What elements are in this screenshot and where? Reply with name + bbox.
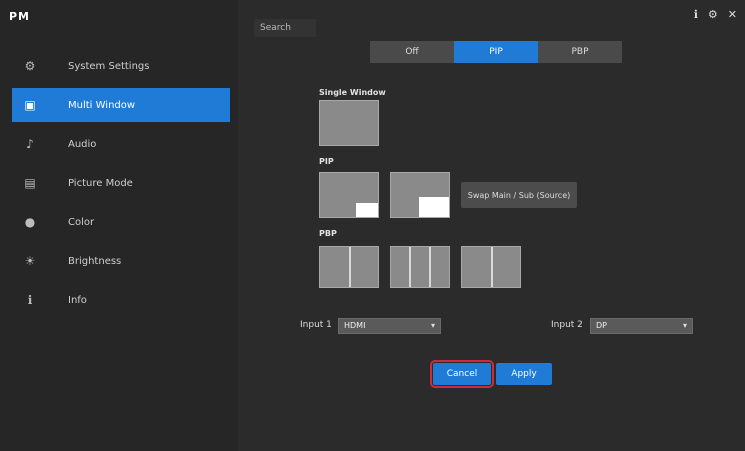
single-window-label: Single Window [319, 88, 386, 97]
chevron-down-icon: ▾ [682, 321, 687, 330]
pip-large-thumbnail[interactable] [390, 172, 450, 218]
sidebar-item-label: Multi Window [68, 99, 136, 111]
sidebar-item-label: System Settings [68, 60, 150, 72]
brightness-icon: ☀ [24, 254, 36, 268]
close-icon[interactable]: ✕ [728, 8, 737, 21]
sidebar-item-audio[interactable]: ♪ Audio [12, 127, 230, 161]
sidebar-item-multi-window[interactable]: ▣ Multi Window [12, 88, 230, 122]
swap-button[interactable]: Swap Main / Sub (Source) [461, 182, 577, 208]
info-icon[interactable]: ℹ [694, 8, 698, 21]
pbp-divider [491, 247, 493, 287]
pbp-label: PBP [319, 229, 337, 238]
input1-label: Input 1 [300, 320, 332, 330]
sidebar-item-brightness[interactable]: ☀ Brightness [12, 244, 230, 278]
chevron-down-icon: ▾ [430, 321, 435, 330]
top-icons: ℹ ⚙ ✕ [694, 8, 737, 21]
sidebar-item-picture[interactable]: ▤ Picture Mode [12, 166, 230, 200]
input1-value: HDMI [344, 321, 366, 330]
info-icon: ℹ [27, 293, 33, 307]
sidebar-item-label: Picture Mode [68, 177, 133, 189]
pip-bottom-right-thumbnail[interactable] [319, 172, 379, 218]
tab-off[interactable]: Off [370, 41, 454, 63]
pbp-three-way-thumbnail[interactable] [390, 246, 450, 288]
gear-icon: ⚙ [24, 59, 36, 73]
sidebar-item-info[interactable]: ℹ Info [12, 283, 230, 317]
picture-icon: ▤ [24, 176, 36, 190]
pbp-divider [349, 247, 351, 287]
sidebar-item-color[interactable]: ● Color [12, 205, 230, 239]
pbp-two-way-thumbnail[interactable] [319, 246, 379, 288]
sidebar-item-label: Brightness [68, 255, 122, 267]
sidebar-item-system-settings[interactable]: ⚙ System Settings [12, 49, 230, 83]
sidebar-item-label: Color [68, 216, 95, 228]
tab-pbp[interactable]: PBP [538, 41, 622, 63]
cancel-button[interactable]: Cancel [430, 360, 494, 388]
pbp-divider [429, 247, 431, 287]
pip-label: PIP [319, 157, 334, 166]
mode-tabs: Off PIP PBP [370, 41, 622, 63]
sidebar: PM ⚙ System Settings ▣ Multi Window ♪ Au… [0, 0, 238, 451]
sidebar-nav: ⚙ System Settings ▣ Multi Window ♪ Audio… [12, 49, 230, 322]
audio-icon: ♪ [26, 137, 34, 151]
search-input[interactable]: Search [254, 19, 316, 37]
apply-button[interactable]: Apply [496, 363, 552, 385]
single-window-thumbnail[interactable] [319, 100, 379, 146]
color-icon: ● [24, 215, 36, 229]
sidebar-item-label: Audio [68, 138, 97, 150]
brand-logo: PM [9, 10, 31, 23]
pip-insert [356, 203, 378, 217]
sidebar-item-label: Info [68, 294, 87, 306]
pbp-four-way-thumbnail[interactable] [461, 246, 521, 288]
pbp-divider [409, 247, 411, 287]
pip-insert [419, 197, 449, 217]
input2-select[interactable]: DP ▾ [590, 318, 693, 334]
input2-value: DP [596, 321, 607, 330]
tab-pip[interactable]: PIP [454, 41, 538, 63]
gear-icon[interactable]: ⚙ [708, 8, 718, 21]
multi-window-icon: ▣ [24, 98, 36, 112]
main-panel: Search ℹ ⚙ ✕ Off PIP PBP Single Window P… [238, 0, 745, 451]
input1-select[interactable]: HDMI ▾ [338, 318, 441, 334]
input2-label: Input 2 [551, 320, 583, 330]
